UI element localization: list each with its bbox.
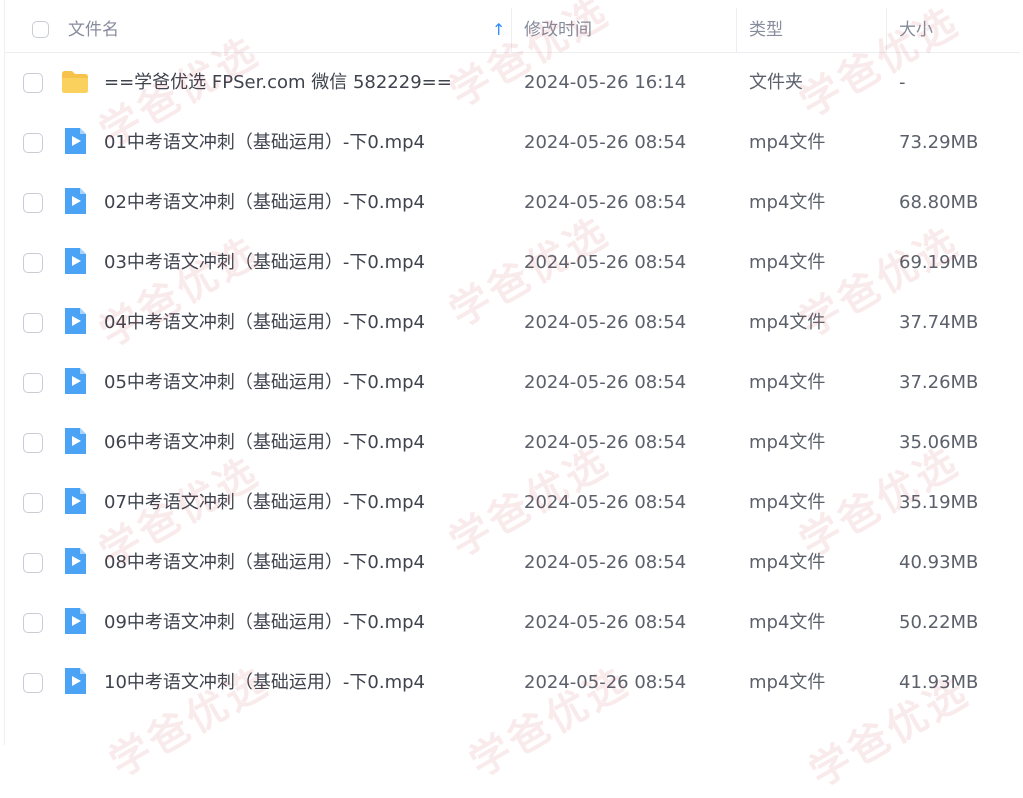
file-size: 37.74MB (899, 312, 979, 333)
file-modified-time: 2024-05-26 08:54 (524, 132, 687, 153)
file-row[interactable]: 02中考语文冲刺（基础运用）-下0.mp4 2024-05-26 08:54 mp4… (4, 173, 1020, 233)
video-file-icon (60, 126, 90, 156)
video-file-icon (60, 366, 90, 396)
file-row[interactable]: 03中考语文冲刺（基础运用）-下0.mp4 2024-05-26 08:54 mp4… (4, 233, 1020, 293)
file-type: mp4文件 (749, 672, 826, 693)
file-modified-time: 2024-05-26 08:54 (524, 432, 687, 453)
file-size: - (899, 72, 906, 93)
column-header-size[interactable]: 大小 (899, 8, 933, 52)
video-file-icon (60, 186, 90, 216)
file-modified-time: 2024-05-26 08:54 (524, 612, 687, 633)
file-row[interactable]: 09中考语文冲刺（基础运用）-下0.mp4 2024-05-26 08:54 mp4… (4, 593, 1020, 653)
file-size: 69.19MB (899, 252, 979, 273)
video-file-icon (60, 666, 90, 696)
file-name[interactable]: 08中考语文冲刺（基础运用）-下0.mp4 (104, 533, 425, 593)
file-modified-time: 2024-05-26 08:54 (524, 672, 687, 693)
file-modified-time: 2024-05-26 08:54 (524, 192, 687, 213)
column-header-type[interactable]: 类型 (749, 8, 783, 52)
video-file-icon (60, 306, 90, 336)
file-modified-time: 2024-05-26 08:54 (524, 492, 687, 513)
file-row[interactable]: 05中考语文冲刺（基础运用）-下0.mp4 2024-05-26 08:54 mp4… (4, 353, 1020, 413)
file-type: mp4文件 (749, 312, 826, 333)
file-size: 37.26MB (899, 372, 979, 393)
select-all-checkbox[interactable] (32, 21, 49, 38)
file-size: 68.80MB (899, 192, 979, 213)
file-name[interactable]: ==学爸优选 FPSer.com 微信 582229== (104, 53, 452, 113)
row-checkbox[interactable] (23, 373, 43, 393)
file-name[interactable]: 10中考语文冲刺（基础运用）-下0.mp4 (104, 653, 425, 713)
file-type: mp4文件 (749, 612, 826, 633)
file-modified-time: 2024-05-26 16:14 (524, 72, 687, 93)
row-checkbox[interactable] (23, 73, 43, 93)
file-name[interactable]: 06中考语文冲刺（基础运用）-下0.mp4 (104, 413, 425, 473)
file-modified-time: 2024-05-26 08:54 (524, 252, 687, 273)
sort-ascending-icon[interactable]: ↑ (492, 8, 505, 52)
file-type: mp4文件 (749, 552, 826, 573)
video-file-icon (60, 426, 90, 456)
file-row[interactable]: 06中考语文冲刺（基础运用）-下0.mp4 2024-05-26 08:54 mp4… (4, 413, 1020, 473)
file-size: 73.29MB (899, 132, 979, 153)
file-name[interactable]: 02中考语文冲刺（基础运用）-下0.mp4 (104, 173, 425, 233)
folder-row[interactable]: ==学爸优选 FPSer.com 微信 582229== 2024-05-26 1… (4, 53, 1020, 113)
column-divider[interactable] (886, 8, 887, 52)
file-row[interactable]: 07中考语文冲刺（基础运用）-下0.mp4 2024-05-26 08:54 mp4… (4, 473, 1020, 533)
column-header-modified[interactable]: 修改时间 (524, 8, 592, 52)
folder-icon (60, 66, 90, 96)
file-modified-time: 2024-05-26 08:54 (524, 372, 687, 393)
file-size: 40.93MB (899, 552, 979, 573)
file-name[interactable]: 03中考语文冲刺（基础运用）-下0.mp4 (104, 233, 425, 293)
row-checkbox[interactable] (23, 553, 43, 573)
row-checkbox[interactable] (23, 433, 43, 453)
file-type: mp4文件 (749, 132, 826, 153)
file-size: 35.19MB (899, 492, 979, 513)
file-name[interactable]: 09中考语文冲刺（基础运用）-下0.mp4 (104, 593, 425, 653)
video-file-icon (60, 606, 90, 636)
column-divider[interactable] (736, 8, 737, 52)
file-name[interactable]: 01中考语文冲刺（基础运用）-下0.mp4 (104, 113, 425, 173)
file-row[interactable]: 04中考语文冲刺（基础运用）-下0.mp4 2024-05-26 08:54 mp4… (4, 293, 1020, 353)
file-type: 文件夹 (749, 72, 803, 93)
column-header-name[interactable]: 文件名 (68, 8, 119, 52)
file-modified-time: 2024-05-26 08:54 (524, 552, 687, 573)
file-size: 35.06MB (899, 432, 979, 453)
video-file-icon (60, 546, 90, 576)
file-type: mp4文件 (749, 252, 826, 273)
row-checkbox[interactable] (23, 133, 43, 153)
row-checkbox[interactable] (23, 613, 43, 633)
file-row[interactable]: 08中考语文冲刺（基础运用）-下0.mp4 2024-05-26 08:54 mp4… (4, 533, 1020, 593)
row-checkbox[interactable] (23, 673, 43, 693)
video-file-icon (60, 246, 90, 276)
file-size: 50.22MB (899, 612, 979, 633)
file-type: mp4文件 (749, 372, 826, 393)
file-name[interactable]: 04中考语文冲刺（基础运用）-下0.mp4 (104, 293, 425, 353)
file-type: mp4文件 (749, 192, 826, 213)
row-checkbox[interactable] (23, 493, 43, 513)
row-checkbox[interactable] (23, 313, 43, 333)
video-file-icon (60, 486, 90, 516)
file-size: 41.93MB (899, 672, 979, 693)
file-type: mp4文件 (749, 432, 826, 453)
file-list-header: 文件名 ↑ 修改时间 类型 大小 (4, 8, 1020, 53)
file-row[interactable]: 10中考语文冲刺（基础运用）-下0.mp4 2024-05-26 08:54 mp4… (4, 653, 1020, 713)
file-name[interactable]: 07中考语文冲刺（基础运用）-下0.mp4 (104, 473, 425, 533)
file-row[interactable]: 01中考语文冲刺（基础运用）-下0.mp4 2024-05-26 08:54 mp4… (4, 113, 1020, 173)
file-type: mp4文件 (749, 492, 826, 513)
row-checkbox[interactable] (23, 253, 43, 273)
file-modified-time: 2024-05-26 08:54 (524, 312, 687, 333)
column-divider[interactable] (511, 8, 512, 52)
file-name[interactable]: 05中考语文冲刺（基础运用）-下0.mp4 (104, 353, 425, 413)
row-checkbox[interactable] (23, 193, 43, 213)
